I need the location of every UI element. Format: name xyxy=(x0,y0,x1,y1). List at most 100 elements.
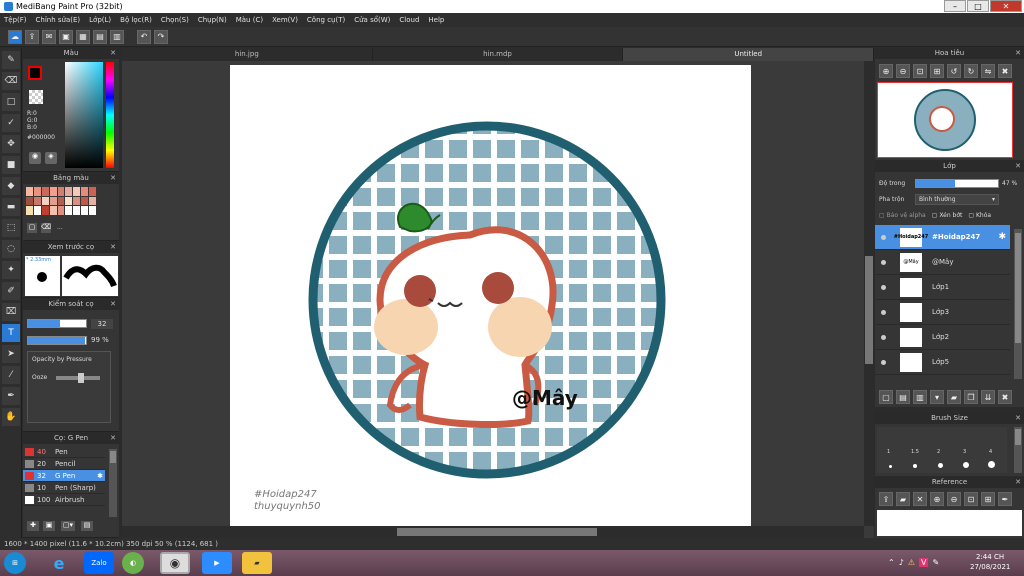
eraser-tool-icon[interactable]: ⌫ xyxy=(2,72,20,90)
actual-size-icon[interactable]: ⊞ xyxy=(981,492,995,506)
clipping-checkbox[interactable]: ▢ Xén bớt xyxy=(932,212,963,219)
close-icon[interactable]: ✕ xyxy=(1015,413,1021,424)
blend-mode-select[interactable]: Bình thường ▾ xyxy=(915,194,999,205)
secondary-color-swatch[interactable] xyxy=(29,90,43,104)
close-icon[interactable]: ✕ xyxy=(1015,161,1021,172)
magic-wand-tool-icon[interactable]: ✦ xyxy=(2,261,20,279)
chrome-icon[interactable]: ◉ xyxy=(160,552,190,574)
size-3[interactable]: 3 xyxy=(963,449,966,455)
delete-palette-icon[interactable]: ⌫ xyxy=(41,223,51,233)
gradient-tool-icon[interactable]: ▬ xyxy=(2,198,20,216)
rotate-right-icon[interactable]: ↻ xyxy=(964,64,978,78)
alert-icon[interactable]: ⚠ xyxy=(908,558,915,567)
maximize-button[interactable]: □ xyxy=(967,0,989,12)
rotate-left-icon[interactable]: ↺ xyxy=(947,64,961,78)
brush-item-pen-sharp[interactable]: 10 Pen (Sharp) xyxy=(23,482,105,494)
grid-icon[interactable]: ▦ xyxy=(76,29,90,44)
zalo-icon[interactable]: Zalo xyxy=(84,552,114,574)
add-brush-icon[interactable]: ✚ xyxy=(27,521,39,531)
layer-item[interactable]: Lớp3 xyxy=(875,300,1010,325)
color-wheel-icon[interactable]: ◉ xyxy=(29,152,41,164)
protect-alpha-checkbox[interactable]: ▢ Bảo vệ alpha xyxy=(879,212,926,219)
cloud-icon[interactable]: ☁ xyxy=(8,29,22,44)
visibility-icon[interactable] xyxy=(881,334,886,340)
actual-size-icon[interactable]: ⊞ xyxy=(930,64,944,78)
brush-size-scrollbar[interactable] xyxy=(1014,427,1022,473)
brush-list-scrollbar[interactable] xyxy=(109,449,117,517)
folder-icon[interactable]: ▰ xyxy=(947,390,961,404)
canvas-vertical-scrollbar[interactable] xyxy=(864,61,874,526)
fit-icon[interactable]: ⊡ xyxy=(913,64,927,78)
menu-layer[interactable]: Lớp(L) xyxy=(89,16,111,24)
add-layer-menu-icon[interactable]: ▾ xyxy=(930,390,944,404)
lock-checkbox[interactable]: ▢ Khóa xyxy=(968,212,991,219)
brush-size-value[interactable]: 32 xyxy=(91,319,113,329)
close-icon[interactable]: ✕ xyxy=(110,48,116,59)
new-palette-icon[interactable]: ▢ xyxy=(27,223,37,233)
merge-down-icon[interactable]: ⇊ xyxy=(981,390,995,404)
zoom-icon[interactable]: ▶ xyxy=(202,552,232,574)
coccoc-icon[interactable]: ◐ xyxy=(122,552,144,574)
color-sv-picker[interactable] xyxy=(65,62,103,168)
menu-view[interactable]: Xem(V) xyxy=(272,16,298,24)
minimize-button[interactable]: – xyxy=(944,0,966,12)
comment-icon[interactable]: ✉ xyxy=(42,29,56,44)
brush-menu-icon[interactable]: ▣ xyxy=(43,521,55,531)
hand-tool-icon[interactable]: ✋ xyxy=(2,408,20,426)
size-4[interactable]: 4 xyxy=(989,449,992,455)
clock-date[interactable]: 27/08/2021 xyxy=(970,563,1010,571)
color-eyedropper-icon[interactable]: ◈ xyxy=(45,152,57,164)
operation-tool-icon[interactable]: ➤ xyxy=(2,345,20,363)
visibility-icon[interactable] xyxy=(881,259,886,265)
palette-swatches[interactable] xyxy=(26,187,96,215)
tab-untitled[interactable]: Untitled xyxy=(623,48,875,61)
open-image-icon[interactable]: ⇪ xyxy=(879,492,893,506)
drawing-canvas[interactable]: @Mây #Hoidap247 thuyquynh50 xyxy=(230,65,751,540)
windows-start-icon[interactable]: ⊞ xyxy=(4,552,26,574)
menu-cloud[interactable]: Cloud xyxy=(399,16,419,24)
fit-icon[interactable]: ⊡ xyxy=(964,492,978,506)
panel-icon[interactable]: ▣ xyxy=(59,29,73,44)
duplicate-layer-icon[interactable]: ❐ xyxy=(964,390,978,404)
internet-explorer-icon[interactable]: e xyxy=(44,552,74,574)
layer-item[interactable]: @Mây @Mây xyxy=(875,250,1010,275)
move-tool-icon[interactable]: ✥ xyxy=(2,135,20,153)
navigator-thumbnail[interactable] xyxy=(877,82,1013,158)
share-icon[interactable]: ⇪ xyxy=(25,29,39,44)
menu-color[interactable]: Màu (C) xyxy=(236,16,263,24)
opacity-by-pressure-label[interactable]: Opacity by Pressure xyxy=(32,356,92,363)
menu-window[interactable]: Cửa sổ(W) xyxy=(354,16,390,24)
hue-slider[interactable] xyxy=(106,62,114,168)
eyedropper-icon[interactable]: ✒ xyxy=(998,492,1012,506)
divide-tool-icon[interactable]: ⁄ xyxy=(2,366,20,384)
folder-open-icon[interactable]: ▰ xyxy=(896,492,910,506)
menu-help[interactable]: Help xyxy=(428,16,444,24)
menu-filter[interactable]: Bộ lọc(R) xyxy=(120,16,152,24)
close-icon[interactable]: ✕ xyxy=(110,173,116,184)
brush-item-pencil[interactable]: 20 Pencil xyxy=(23,458,105,470)
lasso-tool-icon[interactable]: ◌ xyxy=(2,240,20,258)
close-icon[interactable]: ✕ xyxy=(110,242,116,253)
text-tool-icon[interactable]: T xyxy=(2,324,20,342)
visibility-icon[interactable] xyxy=(881,284,886,290)
select-eraser-tool-icon[interactable]: ⌧ xyxy=(2,303,20,321)
menu-file[interactable]: Tệp(F) xyxy=(4,16,27,24)
gear-icon[interactable]: ✱ xyxy=(998,232,1006,242)
close-icon[interactable]: ✕ xyxy=(110,433,116,444)
v-app-icon[interactable]: V xyxy=(918,558,929,567)
size-2[interactable]: 2 xyxy=(937,449,940,455)
select-pen-tool-icon[interactable]: ✐ xyxy=(2,282,20,300)
layer-item[interactable]: Lớp1 xyxy=(875,275,1010,300)
visibility-icon[interactable] xyxy=(881,359,886,365)
close-icon[interactable]: ✕ xyxy=(110,299,116,310)
eyedropper-tool-icon[interactable]: ✒ xyxy=(2,387,20,405)
menu-edit[interactable]: Chỉnh sửa(E) xyxy=(36,16,81,24)
tab-hin-mdp[interactable]: hin.mdp xyxy=(372,48,624,61)
menu-select[interactable]: Chọn(S) xyxy=(161,16,189,24)
brush-size-slider[interactable] xyxy=(27,319,87,328)
dot-tool-icon[interactable]: ✓ xyxy=(2,114,20,132)
layer-item[interactable]: Lớp2 xyxy=(875,325,1010,350)
canvas-horizontal-scrollbar[interactable] xyxy=(122,526,864,538)
menu-snap[interactable]: Chụp(N) xyxy=(198,16,227,24)
size-1[interactable]: 1 xyxy=(887,449,890,455)
